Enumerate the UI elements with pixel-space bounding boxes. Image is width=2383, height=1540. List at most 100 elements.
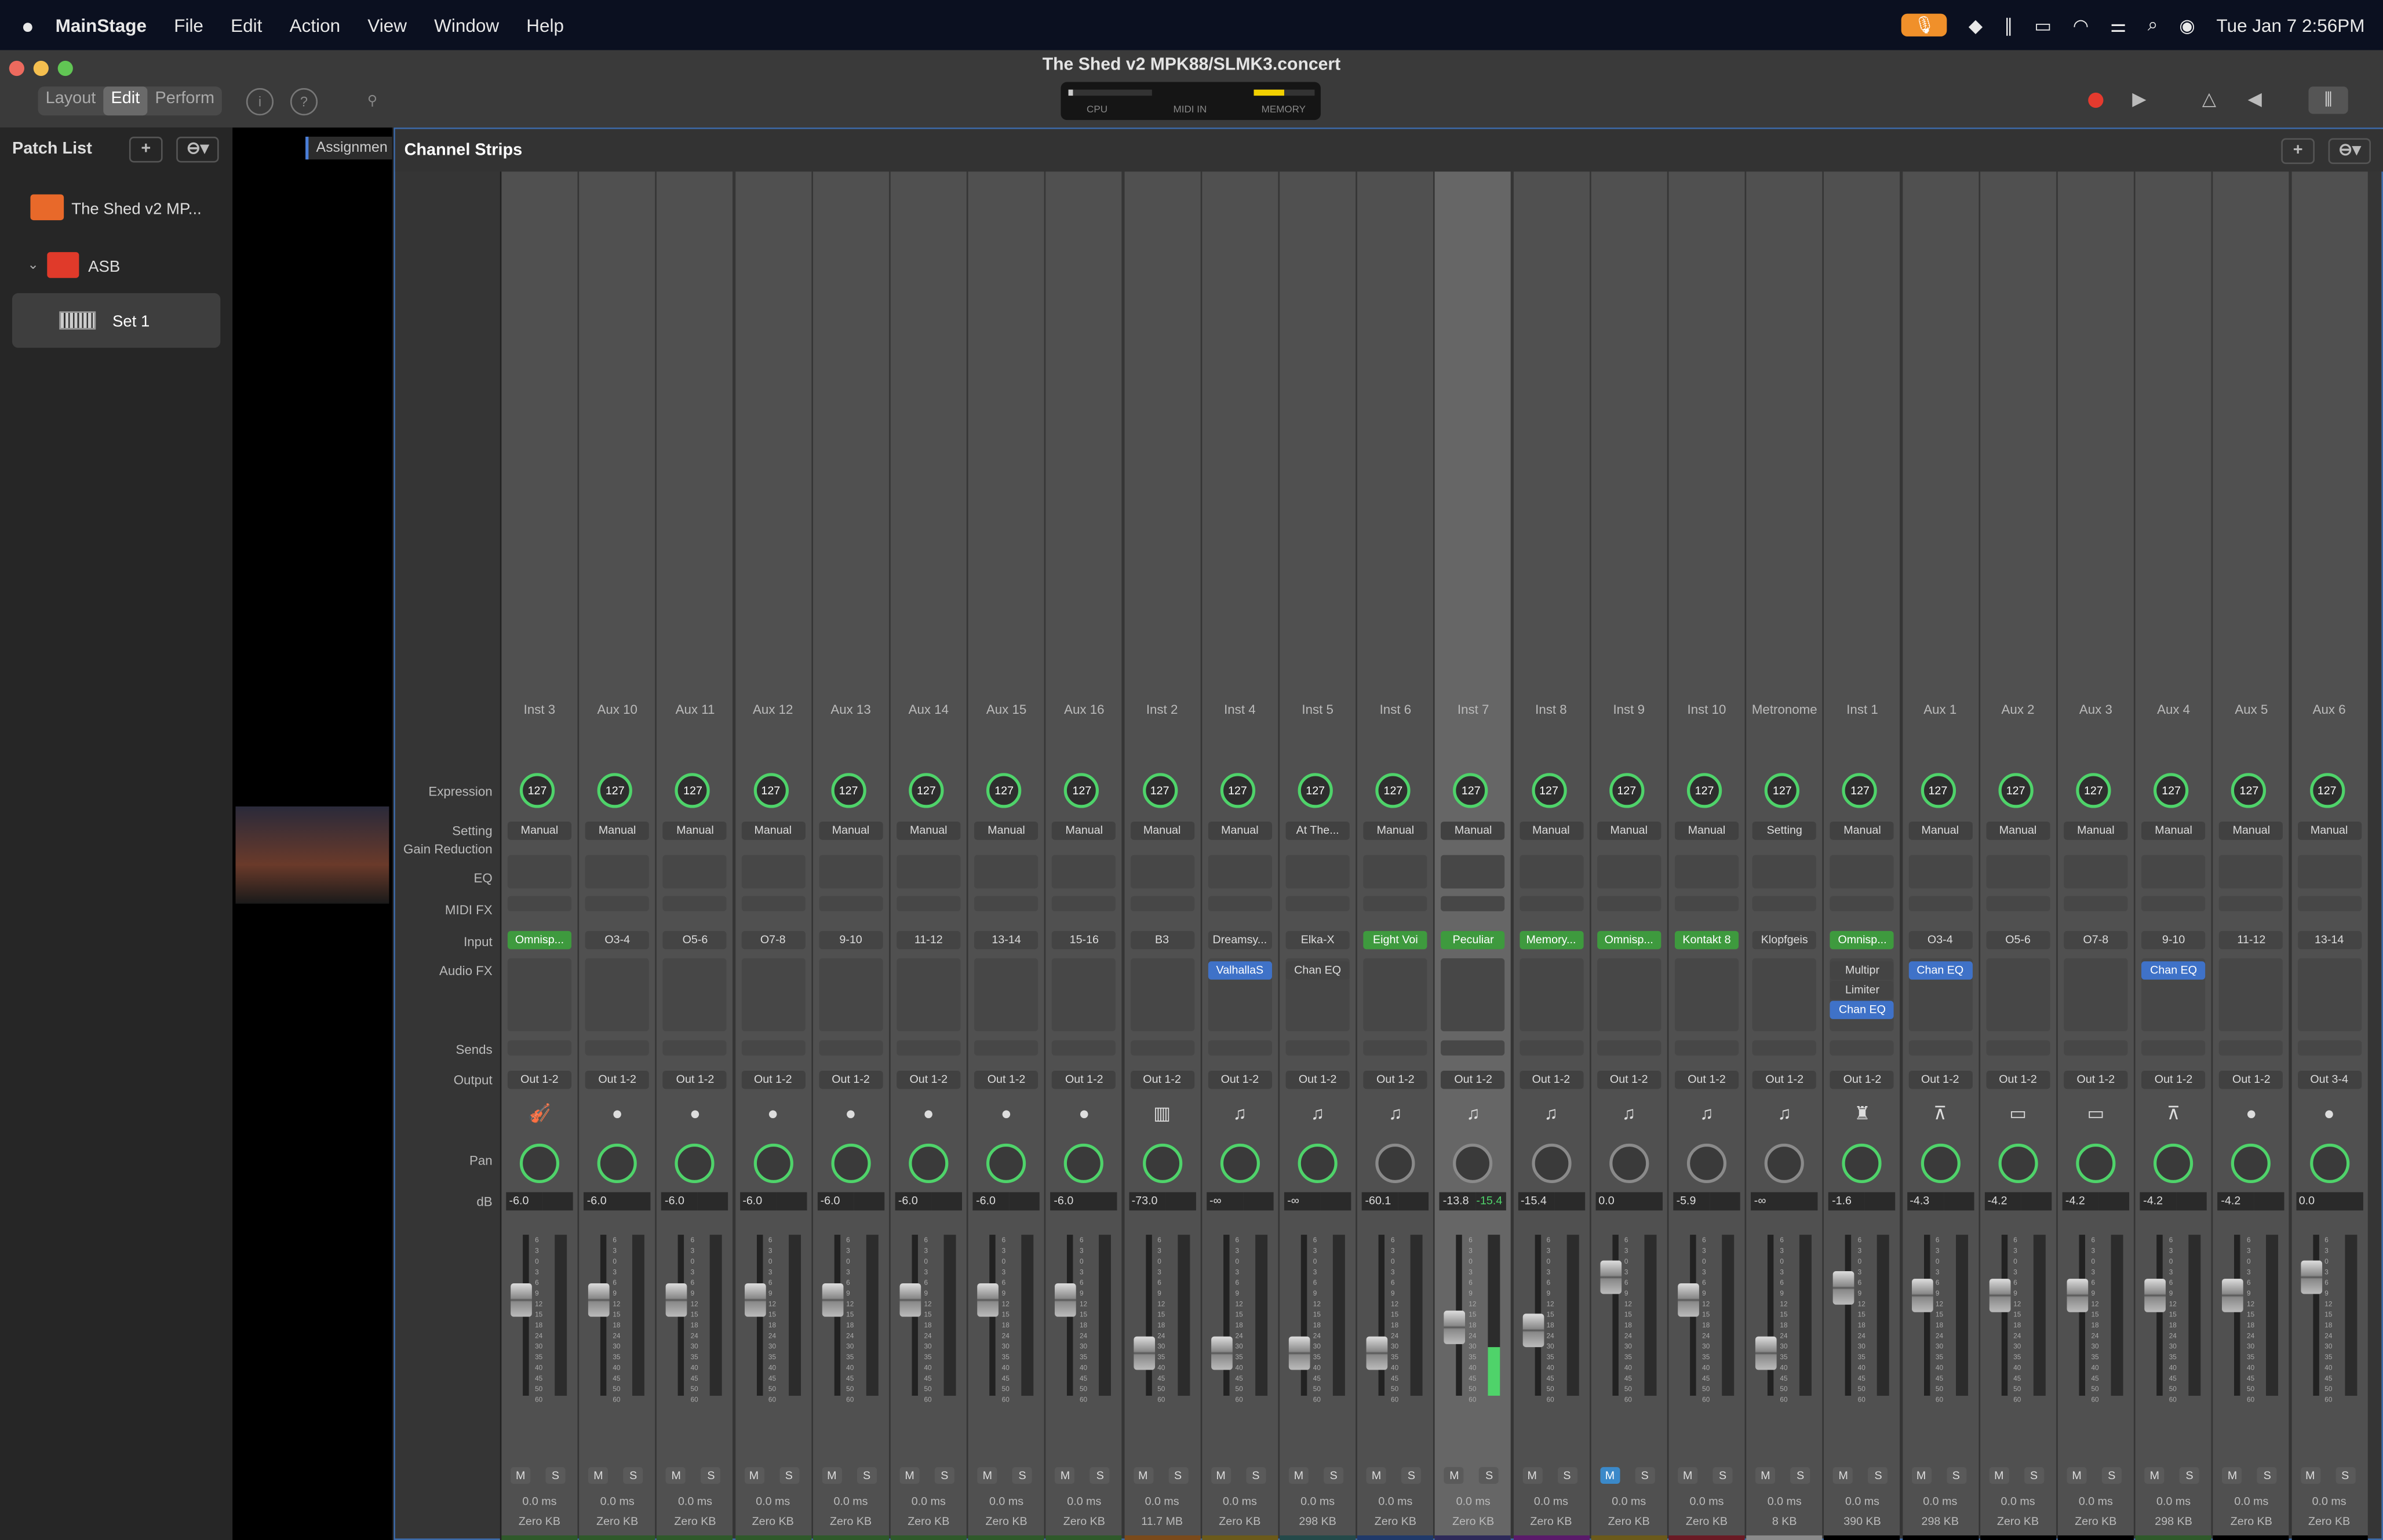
sends-slot[interactable] xyxy=(974,1040,1039,1056)
audio-fx-area[interactable] xyxy=(1986,958,2050,1031)
input-slot[interactable]: 9-10 xyxy=(2141,930,2206,950)
aux-yellow-icon[interactable]: ● xyxy=(682,1100,709,1127)
expression-knob[interactable]: 127 xyxy=(753,773,788,808)
mute-button[interactable]: M xyxy=(2067,1467,2087,1484)
db-readout[interactable]: -4.3 xyxy=(1907,1192,1944,1211)
expression-knob[interactable]: 127 xyxy=(1064,773,1100,808)
mute-button[interactable]: M xyxy=(1288,1467,1309,1484)
output-slot[interactable]: Out 1-2 xyxy=(974,1071,1039,1089)
pan-knob[interactable] xyxy=(1064,1143,1104,1183)
fader-track[interactable] xyxy=(1612,1235,1619,1396)
setting-slot[interactable]: Manual xyxy=(741,822,805,840)
sends-slot[interactable] xyxy=(2219,1040,2283,1056)
solo-button[interactable]: S xyxy=(1012,1467,1033,1484)
eq-slot[interactable] xyxy=(897,855,961,889)
midi-fx-slot[interactable] xyxy=(1986,896,2050,911)
patch-item-set-1[interactable]: Set 1 xyxy=(12,293,221,348)
expression-knob[interactable]: 127 xyxy=(830,773,866,808)
pan-knob[interactable] xyxy=(909,1143,949,1183)
db-readout[interactable]: -4.2 xyxy=(2218,1192,2255,1211)
setting-slot[interactable]: Manual xyxy=(1908,822,1972,840)
db-readout[interactable]: -4.2 xyxy=(2062,1192,2099,1211)
channel-strip[interactable]: Inst 10 127 Manual Kontakt 8 Out 1-2 ♫ -5.9 6 3 0… xyxy=(1668,171,1745,1540)
volume-fader[interactable] xyxy=(744,1283,766,1317)
expression-knob[interactable]: 127 xyxy=(1220,773,1255,808)
eq-slot[interactable] xyxy=(1441,855,1506,889)
input-slot[interactable]: O3-4 xyxy=(585,930,650,950)
piano-icon[interactable]: ♜ xyxy=(1849,1100,1876,1127)
control-center-icon[interactable]: ⚌ xyxy=(2110,14,2126,36)
note-icon[interactable]: ♫ xyxy=(1537,1100,1565,1127)
db-readout[interactable]: -60.1 xyxy=(1362,1192,1399,1211)
output-slot[interactable]: Out 1-2 xyxy=(1597,1071,1661,1089)
input-slot[interactable]: 9-10 xyxy=(818,930,883,950)
note-icon[interactable]: ♫ xyxy=(1460,1100,1487,1127)
expression-knob[interactable]: 127 xyxy=(1998,773,2034,808)
audio-fx-slot[interactable]: ValhallaS xyxy=(1208,961,1272,980)
note-icon[interactable]: ♫ xyxy=(1693,1100,1720,1127)
pan-knob[interactable] xyxy=(2309,1143,2349,1183)
audio-fx-area[interactable] xyxy=(1441,958,1506,1031)
mode-perform[interactable]: Perform xyxy=(147,86,222,115)
midi-fx-slot[interactable] xyxy=(1363,896,1427,911)
menu-action[interactable]: Action xyxy=(290,14,340,36)
expression-knob[interactable]: 127 xyxy=(2309,773,2345,808)
sends-slot[interactable] xyxy=(663,1040,727,1056)
menu-file[interactable]: File xyxy=(174,14,203,36)
pan-knob[interactable] xyxy=(597,1143,637,1183)
strip-bottom-name[interactable]: Mem...oog xyxy=(1513,1535,1590,1540)
output-slot[interactable]: Out 1-2 xyxy=(1285,1071,1350,1089)
expression-knob[interactable]: 127 xyxy=(1142,773,1178,808)
eq-slot[interactable] xyxy=(1752,855,1817,889)
volume-fader[interactable] xyxy=(1367,1337,1388,1370)
setting-slot[interactable]: Manual xyxy=(1441,822,1506,840)
sends-slot[interactable] xyxy=(1986,1040,2050,1056)
fader-track[interactable] xyxy=(1923,1235,1930,1396)
channel-strip[interactable]: Aux 12 127 Manual O7-8 Out 1-2 ● -6.0 6 3 0 3 6 9 12 1… xyxy=(735,171,811,1540)
input-slot[interactable]: O5-6 xyxy=(1986,930,2050,950)
audio-fx-area[interactable] xyxy=(897,958,961,1031)
output-slot[interactable]: Out 1-2 xyxy=(1674,1071,1739,1089)
strip-bottom-name[interactable]: Strings xyxy=(2136,1535,2212,1540)
output-slot[interactable]: Out 1-2 xyxy=(1908,1071,1972,1089)
solo-button[interactable]: S xyxy=(1090,1467,1110,1484)
keyboard-stand-icon[interactable]: ⊼ xyxy=(1926,1100,1954,1127)
midi-fx-slot[interactable] xyxy=(1519,896,1583,911)
setting-slot[interactable]: At The... xyxy=(1285,822,1350,840)
channel-strip[interactable]: Aux 10 127 Manual O3-4 Out 1-2 ● -6.0 6 3 0 3 6 9 12 1… xyxy=(579,171,655,1540)
strip-bottom-name[interactable]: Inst 9 xyxy=(1668,1535,1745,1540)
expression-knob[interactable]: 127 xyxy=(1842,773,1878,808)
aux-yellow-icon[interactable]: ● xyxy=(915,1100,942,1127)
input-slot[interactable]: Omnisp... xyxy=(507,930,572,950)
input-slot[interactable]: 13-14 xyxy=(2297,930,2362,950)
pan-knob[interactable] xyxy=(1765,1143,1805,1183)
pan-knob[interactable] xyxy=(1686,1143,1727,1183)
aux-yellow-icon[interactable]: ● xyxy=(1070,1100,1098,1127)
mute-button[interactable]: M xyxy=(1444,1467,1464,1484)
add-channel-strip-button[interactable]: + xyxy=(2281,138,2315,165)
solo-button[interactable]: S xyxy=(1946,1467,1966,1484)
output-slot[interactable]: Out 1-2 xyxy=(1363,1071,1427,1089)
fader-track[interactable] xyxy=(2156,1235,2163,1396)
mute-button[interactable]: M xyxy=(1989,1467,2009,1484)
channel-strip[interactable]: Aux 1 127 Manual O3-4 Chan EQ Out 1-2 ⊼ -4.3 6 3 0… xyxy=(1902,171,1978,1540)
audio-fx-area[interactable] xyxy=(663,958,727,1031)
audio-fx-area[interactable] xyxy=(818,958,883,1031)
db-readout[interactable]: -6.0 xyxy=(661,1192,698,1211)
midi-fx-slot[interactable] xyxy=(663,896,727,911)
pan-knob[interactable] xyxy=(1375,1143,1415,1183)
expression-knob[interactable]: 127 xyxy=(1920,773,1956,808)
menu-view[interactable]: View xyxy=(367,14,407,36)
aux-yellow-icon[interactable]: ● xyxy=(2238,1100,2265,1127)
input-slot[interactable]: Dreamsy... xyxy=(1208,930,1272,950)
output-slot[interactable]: Out 1-2 xyxy=(897,1071,961,1089)
audio-fx-area[interactable] xyxy=(1597,958,1661,1031)
volume-fader[interactable] xyxy=(1444,1311,1466,1345)
expression-knob[interactable]: 127 xyxy=(1298,773,1333,808)
output-slot[interactable]: Out 1-2 xyxy=(2141,1071,2206,1089)
solo-button[interactable]: S xyxy=(1635,1467,1655,1484)
fader-track[interactable] xyxy=(1845,1235,1852,1396)
db-readout[interactable]: -∞ xyxy=(1206,1192,1243,1211)
strip-bottom-name[interactable]: WURLY xyxy=(1980,1535,2056,1540)
pan-knob[interactable] xyxy=(1220,1143,1260,1183)
